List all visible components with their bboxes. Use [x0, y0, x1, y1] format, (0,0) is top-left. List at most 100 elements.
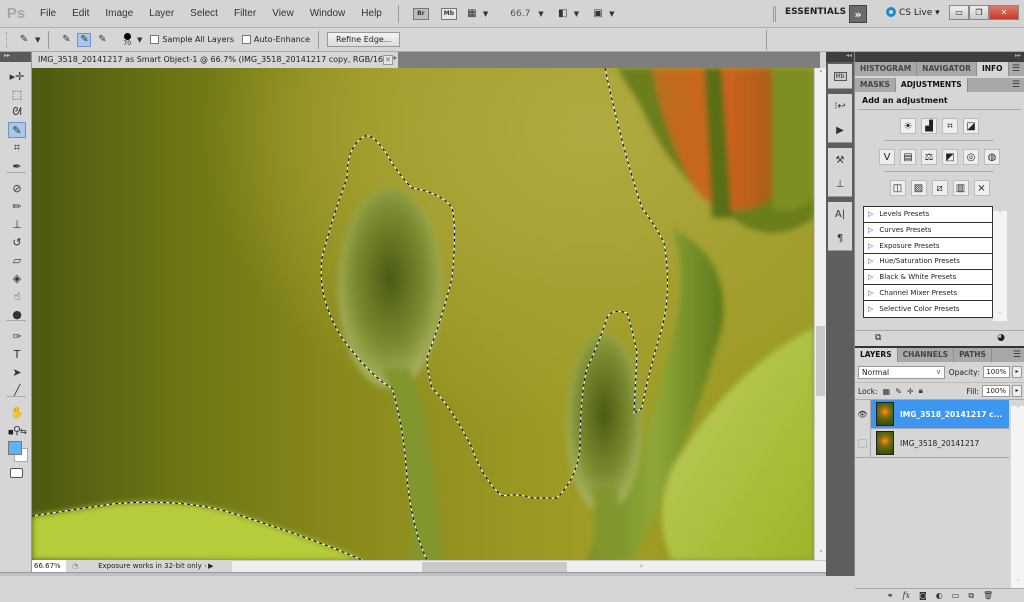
add-to-selection-icon[interactable]: ✎ [77, 32, 92, 47]
scroll-left-icon[interactable]: ‹ [204, 562, 207, 570]
character-icon[interactable]: A| [828, 202, 852, 226]
screen-mode-icon[interactable]: ▣ [591, 7, 605, 21]
document-tab[interactable]: IMG_3518_20141217 as Smart Object-1 @ 66… [32, 52, 398, 68]
horizontal-scroll-thumb[interactable] [422, 562, 567, 572]
tab-layers[interactable]: LAYERS [855, 348, 898, 362]
gradient-map-icon[interactable]: ▥ [952, 180, 969, 196]
add-mask-icon[interactable]: ◙ [919, 591, 927, 600]
tool-presets-icon[interactable]: ⚒ [828, 148, 852, 172]
preset-item[interactable]: ▷ Exposure Presets [864, 238, 992, 255]
checkbox-box[interactable] [150, 35, 160, 44]
layer-thumbnail[interactable] [876, 402, 894, 426]
expand-triangle-icon[interactable]: ▷ [868, 242, 873, 250]
vertical-scrollbar[interactable]: ˄ ˅ [814, 68, 826, 560]
lock-pixels-icon[interactable]: ✎ [895, 387, 902, 396]
curves-icon[interactable]: ⌗ [942, 118, 958, 134]
scroll-down-icon[interactable]: ˅ [1011, 579, 1024, 586]
adjustment-options-icon[interactable]: ◕ [997, 333, 1005, 344]
preset-item[interactable]: ▷ Selective Color Presets [864, 301, 992, 317]
menu-help[interactable]: Help [353, 8, 390, 19]
minimize-button[interactable]: ▭ [949, 5, 969, 20]
eraser-tool[interactable]: ▱ [8, 252, 26, 268]
menu-select[interactable]: Select [182, 8, 226, 19]
swap-colors-icon[interactable]: ⇆ [20, 427, 27, 436]
workspace-essentials-button[interactable]: ESSENTIALS [785, 7, 846, 17]
view-extras-icon[interactable]: ▦ [465, 7, 479, 21]
hue-saturation-icon[interactable]: ▤ [900, 149, 916, 165]
collapse-dock-icon[interactable]: ◂◂ [826, 52, 854, 62]
marquee-tool[interactable]: ⬚ [8, 86, 26, 102]
cs-live-button[interactable]: CS Live ▾ [886, 7, 940, 18]
color-balance-icon[interactable]: ⚖ [921, 149, 937, 165]
presets-scrollbar[interactable]: ˄ ˅ [993, 211, 1007, 321]
toolbox-grip[interactable]: ▸▸ [0, 52, 31, 62]
horizontal-scrollbar[interactable]: ‹ › [204, 560, 826, 572]
blend-mode-select[interactable]: Normal v [858, 365, 945, 379]
mini-bridge-button[interactable]: Mb [440, 7, 457, 20]
exposure-icon[interactable]: ◪ [963, 118, 979, 134]
layer-style-icon[interactable]: fx [903, 591, 910, 600]
clone-stamp-tool[interactable]: ⊥ [8, 216, 26, 232]
crop-tool[interactable]: ⌗ [8, 140, 26, 156]
image-canvas[interactable] [32, 68, 814, 560]
paragraph-icon[interactable]: ¶ [828, 226, 852, 250]
auto-enhance-checkbox[interactable]: Auto-Enhance [241, 35, 310, 44]
lock-all-icon[interactable]: 🔒︎ [919, 386, 923, 396]
brush-picker[interactable]: 70 [123, 32, 131, 47]
tab-masks[interactable]: MASKS [855, 78, 896, 92]
menu-image[interactable]: Image [97, 8, 141, 19]
preset-item[interactable]: ▷ Curves Presets [864, 223, 992, 239]
lasso-tool[interactable]: ᘛ [8, 104, 26, 120]
expand-triangle-icon[interactable]: ▷ [868, 273, 873, 281]
vertical-scroll-thumb[interactable] [816, 326, 825, 396]
quick-mask-button[interactable] [10, 468, 23, 478]
subtract-from-selection-icon[interactable]: ✎ [95, 33, 109, 47]
zoom-level-dropdown[interactable]: 66.7 [510, 9, 530, 19]
panel-menu-icon[interactable]: ☰ [1013, 348, 1021, 362]
checkbox-box[interactable] [241, 35, 251, 44]
tool-preset-picker-icon[interactable]: ✎ [17, 33, 31, 47]
channel-mixer-icon[interactable]: ◍ [984, 149, 1000, 165]
brightness-contrast-icon[interactable]: ☀ [900, 118, 916, 134]
opacity-field[interactable]: 100% [982, 366, 1011, 378]
expand-panels-icon[interactable]: ▸▸ [855, 52, 1024, 62]
photo-filter-icon[interactable]: ◎ [963, 149, 979, 165]
scroll-up-icon[interactable]: ˄ [993, 211, 1007, 218]
menu-window[interactable]: Window [302, 8, 354, 19]
brush-tool[interactable]: ✏ [8, 198, 26, 214]
layers-scrollbar[interactable]: ˄ ˅ [1011, 406, 1024, 588]
delete-layer-icon[interactable]: 🗑︎ [983, 591, 993, 600]
status-menu-arrow[interactable]: ▶ [208, 562, 213, 570]
opacity-slider-button[interactable]: ▸ [1012, 366, 1022, 378]
threshold-icon[interactable]: ⧄ [931, 180, 948, 196]
new-selection-icon[interactable]: ✎ [59, 33, 73, 47]
bridge-button[interactable]: Br [412, 7, 429, 20]
tab-channels[interactable]: CHANNELS [898, 348, 955, 362]
actions-icon[interactable]: ▶ [828, 118, 852, 142]
link-layers-icon[interactable]: ⚭ [887, 591, 894, 600]
clone-source-icon[interactable]: ⊥ [828, 172, 852, 196]
zoom-field[interactable]: 66.67% [32, 560, 66, 572]
close-document-icon[interactable]: ✕ [383, 55, 393, 65]
preset-item[interactable]: ▷ Hue/Saturation Presets [864, 254, 992, 270]
new-group-icon[interactable]: ▭ [952, 591, 960, 600]
vibrance-icon[interactable]: V [879, 149, 895, 165]
sample-all-layers-checkbox[interactable]: Sample All Layers [150, 35, 234, 44]
fill-slider-button[interactable]: ▸ [1012, 385, 1022, 397]
invert-icon[interactable]: ◫ [889, 180, 906, 196]
panel-menu-icon[interactable]: ☰ [1012, 78, 1020, 92]
preset-item[interactable]: ▷ Black & White Presets [864, 270, 992, 286]
layer-thumbnail[interactable] [876, 431, 894, 455]
layer-name[interactable]: IMG_3518_20141217 [900, 439, 979, 448]
black-white-icon[interactable]: ◩ [942, 149, 958, 165]
layer-row[interactable]: 👁︎ IMG_3518_20141217 c... [855, 399, 1009, 429]
visibility-toggle[interactable] [855, 428, 871, 458]
visibility-toggle[interactable]: 👁︎ [855, 399, 871, 429]
pen-tool[interactable]: ✑ [8, 328, 26, 344]
arrange-documents-icon[interactable]: ◧ [556, 7, 570, 21]
posterize-icon[interactable]: ▨ [910, 180, 927, 196]
scroll-down-icon[interactable]: ˅ [993, 312, 1007, 319]
fill-field[interactable]: 100% [982, 385, 1010, 397]
chevron-down-icon[interactable]: ▼ [137, 36, 142, 44]
expand-triangle-icon[interactable]: ▷ [868, 257, 873, 265]
